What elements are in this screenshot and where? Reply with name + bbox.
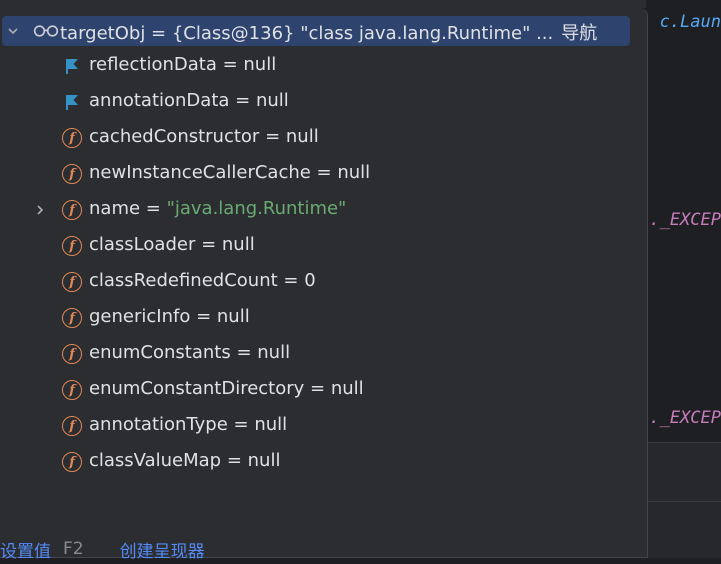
equals-sign: = — [190, 306, 217, 327]
field-value: null — [243, 54, 277, 75]
tree-row-reflectiondata[interactable]: reflectionData = null — [0, 48, 646, 84]
field-icon: f — [62, 344, 82, 364]
field-name: classRedefinedCount — [89, 270, 278, 291]
field-icon: f — [62, 452, 82, 472]
field-value: null — [221, 234, 255, 255]
field-name: annotationType — [89, 414, 228, 435]
popup-footer: 设置值 F2 创建呈现器 — [0, 534, 646, 564]
field-value: "java.lang.Runtime" — [166, 198, 347, 219]
set-value-shortcut: F2 — [63, 539, 84, 559]
equals-sign: = — [227, 414, 255, 435]
tree-row-name[interactable]: f name = "java.lang.Runtime" — [0, 192, 646, 228]
field-value: null — [255, 90, 289, 111]
field-icon: f — [62, 380, 82, 400]
field-name: classLoader — [89, 234, 196, 255]
field-name: newInstanceCallerCache — [89, 162, 311, 183]
equals-sign: = — [140, 198, 167, 219]
field-value: null — [216, 306, 250, 327]
field-name: enumConstantDirectory — [89, 378, 305, 399]
equals-sign: = — [216, 54, 244, 75]
tree-row-cachedconstructor[interactable]: f cachedConstructor = null — [0, 120, 646, 156]
equals-sign: = — [277, 270, 305, 291]
field-value: null — [247, 450, 281, 471]
equals-sign: = — [221, 450, 248, 471]
field-icon: f — [62, 200, 82, 220]
flag-icon — [66, 59, 78, 74]
equals-sign: = — [310, 162, 338, 183]
flag-icon — [66, 95, 78, 110]
chevron-right-icon[interactable] — [33, 203, 47, 217]
field-value: null — [337, 162, 371, 183]
tree-row-enumconstantdirectory[interactable]: f enumConstantDirectory = null — [0, 372, 646, 408]
code-fragment-constant: ._EXCEP — [649, 408, 721, 428]
code-fragment-top: c.Laun — [659, 12, 721, 32]
tree-row-annotationtype[interactable]: f annotationType = null — [0, 408, 646, 444]
tree-row-classloader[interactable]: f classLoader = null — [0, 228, 646, 264]
equals-sign: = — [195, 234, 222, 255]
field-name: cachedConstructor — [89, 126, 260, 147]
equals-sign: = — [259, 126, 286, 147]
watch-glasses-icon — [33, 25, 59, 37]
tree-row-classredefinedcount[interactable]: f classRedefinedCount = 0 — [0, 264, 646, 300]
editor-tab-strip — [0, 0, 721, 8]
editor-gutter-block — [648, 442, 721, 558]
field-name: enumConstants — [89, 342, 231, 363]
field-name: annotationData — [89, 90, 230, 111]
field-icon: f — [62, 128, 82, 148]
equals-sign: = — [229, 90, 256, 111]
equals-sign: = — [230, 342, 258, 363]
field-icon: f — [62, 272, 82, 292]
tree-row-genericinfo[interactable]: f genericInfo = null — [0, 300, 646, 336]
tree-row-targetobj[interactable]: targetObj = {Class@136} "class java.lang… — [2, 16, 630, 46]
navigate-link[interactable]: 导航 — [561, 19, 597, 45]
field-name: reflectionData — [89, 54, 217, 75]
tree-row-classvaluemap[interactable]: f classValueMap = null — [0, 444, 646, 480]
field-value: null — [257, 342, 291, 363]
tree-row-enumconstants[interactable]: f enumConstants = null — [0, 336, 646, 372]
variable-name: targetObj — [60, 23, 146, 44]
equals-sign: = — [145, 23, 172, 44]
field-icon: f — [62, 416, 82, 436]
field-icon: f — [62, 236, 82, 256]
field-name: genericInfo — [89, 306, 191, 327]
field-value: null — [285, 126, 319, 147]
field-name: name — [89, 198, 141, 219]
chevron-down-icon[interactable] — [6, 24, 20, 38]
variable-value: {Class@136} "class java.lang.Runtime" ..… — [171, 23, 554, 44]
debugger-variable-popup: targetObj = {Class@136} "class java.lang… — [0, 8, 648, 562]
code-fragment-constant: ._EXCEP — [649, 210, 721, 230]
field-value: null — [254, 414, 288, 435]
field-value: 0 — [304, 270, 316, 291]
tree-row-newinstancecallercache[interactable]: f newInstanceCallerCache = null — [0, 156, 646, 192]
field-name: classValueMap — [89, 450, 222, 471]
equals-sign: = — [304, 378, 331, 399]
field-icon: f — [62, 308, 82, 328]
field-value: null — [330, 378, 364, 399]
tree-row-annotationdata[interactable]: annotationData = null — [0, 84, 646, 120]
field-icon: f — [62, 164, 82, 184]
